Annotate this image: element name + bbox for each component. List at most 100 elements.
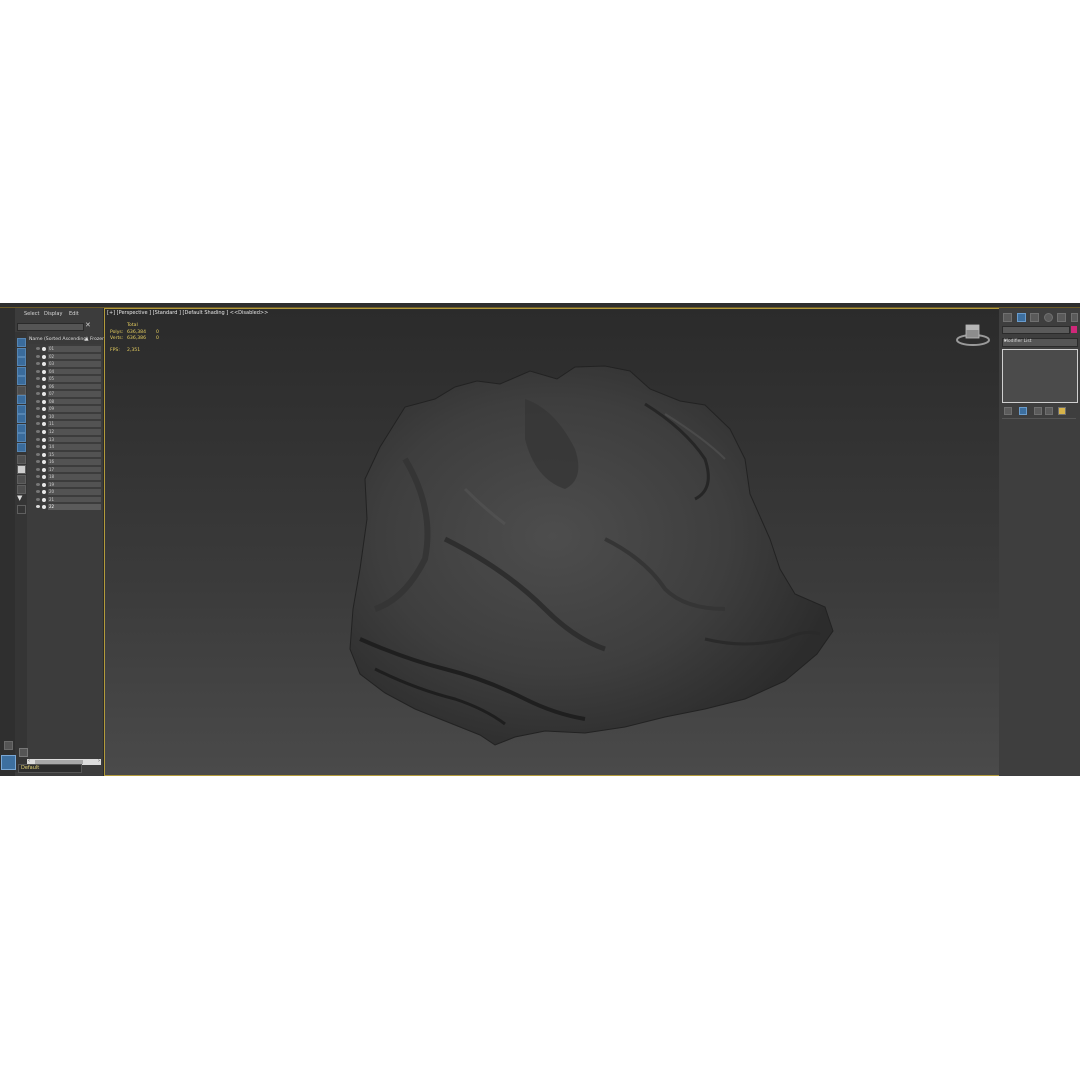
explorer-search-input[interactable] bbox=[17, 323, 84, 331]
visibility-eye-icon[interactable] bbox=[36, 475, 40, 479]
list-item[interactable]: 10 bbox=[27, 413, 103, 421]
list-item[interactable]: 02 bbox=[27, 353, 103, 361]
list-item[interactable]: 12 bbox=[27, 428, 103, 436]
cameras-filter-icon[interactable] bbox=[17, 395, 26, 404]
render-bulb-icon[interactable] bbox=[42, 369, 46, 374]
visibility-eye-icon[interactable] bbox=[36, 467, 40, 471]
render-bulb-icon[interactable] bbox=[42, 347, 46, 351]
pin-stack-icon[interactable] bbox=[1004, 407, 1012, 415]
motion-icon[interactable] bbox=[1044, 313, 1053, 322]
list-item[interactable]: 11 bbox=[27, 420, 103, 428]
visibility-eye-icon[interactable] bbox=[36, 362, 40, 366]
sort-icon[interactable] bbox=[17, 455, 26, 464]
viewport-layout-icon[interactable] bbox=[4, 741, 13, 750]
display-icon[interactable] bbox=[1057, 313, 1066, 322]
list-item[interactable]: 08 bbox=[27, 398, 103, 406]
render-bulb-icon[interactable] bbox=[42, 377, 46, 382]
explorer-collapse-icon[interactable] bbox=[19, 748, 28, 757]
render-bulb-icon[interactable] bbox=[42, 452, 46, 457]
list-item[interactable]: 17 bbox=[27, 466, 103, 474]
visibility-eye-icon[interactable] bbox=[36, 369, 40, 373]
list-item[interactable]: 06 bbox=[27, 383, 103, 391]
visibility-eye-icon[interactable] bbox=[36, 437, 40, 441]
utilities-icon[interactable] bbox=[1071, 313, 1078, 322]
visibility-eye-icon[interactable] bbox=[36, 482, 40, 486]
current-layer-field[interactable]: Default bbox=[18, 764, 82, 773]
render-bulb-icon[interactable] bbox=[42, 460, 46, 465]
render-bulb-icon[interactable] bbox=[42, 354, 46, 359]
visibility-eye-icon[interactable] bbox=[36, 460, 40, 464]
render-bulb-icon[interactable] bbox=[42, 482, 46, 487]
xrefs-filter-icon[interactable] bbox=[17, 433, 26, 442]
make-unique-icon[interactable] bbox=[1034, 407, 1042, 415]
bones-filter-icon[interactable] bbox=[17, 443, 26, 452]
visibility-eye-icon[interactable] bbox=[36, 347, 40, 350]
visibility-eye-icon[interactable] bbox=[36, 422, 40, 426]
clear-search-icon[interactable]: ✕ bbox=[85, 321, 91, 329]
list-item[interactable]: 04 bbox=[27, 368, 103, 376]
list-item[interactable]: 21 bbox=[27, 496, 103, 504]
spacewarps-filter-icon[interactable] bbox=[17, 414, 26, 423]
viewcube-icon[interactable] bbox=[953, 323, 993, 347]
list-item[interactable]: 14 bbox=[27, 443, 103, 451]
display-invert-icon[interactable] bbox=[17, 357, 26, 366]
list-item[interactable]: 19 bbox=[27, 481, 103, 489]
shapes-filter-icon[interactable] bbox=[17, 376, 26, 385]
render-bulb-icon[interactable] bbox=[42, 422, 46, 427]
display-all-icon[interactable] bbox=[17, 348, 26, 357]
viewport-label-menu[interactable]: [+] [Perspective ] [Standard ] [Default … bbox=[107, 310, 268, 316]
render-bulb-icon[interactable] bbox=[42, 467, 46, 472]
filter-funnel-icon[interactable]: ▼ bbox=[17, 495, 24, 502]
groups-filter-icon[interactable] bbox=[17, 424, 26, 433]
list-item[interactable]: 20 bbox=[27, 488, 103, 496]
list-item[interactable]: 13 bbox=[27, 436, 103, 444]
render-bulb-icon[interactable] bbox=[42, 437, 46, 442]
list-item[interactable]: 18 bbox=[27, 473, 103, 481]
show-end-result-icon[interactable] bbox=[1019, 407, 1027, 415]
render-bulb-icon[interactable] bbox=[42, 445, 46, 450]
render-bulb-icon[interactable] bbox=[42, 430, 46, 435]
object-name-field[interactable] bbox=[1002, 326, 1070, 334]
visibility-eye-icon[interactable] bbox=[36, 377, 40, 381]
list-item[interactable]: 05 bbox=[27, 375, 103, 383]
render-bulb-icon[interactable] bbox=[42, 392, 46, 397]
visibility-eye-icon[interactable] bbox=[36, 407, 40, 411]
render-bulb-icon[interactable] bbox=[42, 505, 46, 510]
hierarchy-view-icon[interactable] bbox=[17, 475, 26, 484]
list-item[interactable]: 15 bbox=[27, 451, 103, 459]
render-bulb-icon[interactable] bbox=[42, 407, 46, 412]
list-item[interactable]: 09 bbox=[27, 405, 103, 413]
render-bulb-icon[interactable] bbox=[42, 497, 46, 502]
render-bulb-icon[interactable] bbox=[42, 475, 46, 480]
visibility-eye-icon[interactable] bbox=[36, 497, 40, 501]
helpers-filter-icon[interactable] bbox=[17, 405, 26, 414]
perspective-viewport[interactable]: [+] [Perspective ] [Standard ] [Default … bbox=[104, 308, 1000, 776]
render-bulb-icon[interactable] bbox=[42, 362, 46, 367]
render-bulb-icon[interactable] bbox=[42, 399, 46, 404]
visibility-eye-icon[interactable] bbox=[36, 392, 40, 396]
list-item[interactable]: 01 bbox=[27, 345, 103, 353]
visibility-eye-icon[interactable] bbox=[36, 384, 40, 388]
visibility-eye-icon[interactable] bbox=[36, 490, 40, 494]
modifier-list-dropdown[interactable]: Modifier List ▾ bbox=[1002, 338, 1078, 347]
container-icon[interactable] bbox=[17, 505, 26, 514]
render-bulb-icon[interactable] bbox=[42, 414, 46, 419]
render-bulb-icon[interactable] bbox=[42, 490, 46, 495]
scroll-right-icon[interactable]: › bbox=[98, 758, 100, 764]
layer-icon[interactable] bbox=[17, 465, 26, 474]
hierarchy-icon[interactable] bbox=[1030, 313, 1039, 322]
list-item[interactable]: 16 bbox=[27, 458, 103, 466]
display-none-icon[interactable] bbox=[17, 338, 26, 347]
name-column-header[interactable]: Name (Sorted Ascending) bbox=[29, 337, 88, 342]
list-item[interactable]: 22 bbox=[27, 503, 103, 511]
list-item[interactable]: 03 bbox=[27, 360, 103, 368]
remove-modifier-icon[interactable] bbox=[1045, 407, 1053, 415]
render-bulb-icon[interactable] bbox=[42, 384, 46, 389]
geometry-filter-icon[interactable] bbox=[17, 367, 26, 376]
menu-display[interactable]: Display bbox=[44, 311, 62, 317]
list-item[interactable]: 07 bbox=[27, 390, 103, 398]
visibility-eye-icon[interactable] bbox=[36, 354, 40, 358]
visibility-eye-icon[interactable] bbox=[36, 452, 40, 456]
object-color-swatch[interactable] bbox=[1071, 326, 1077, 333]
modifier-stack[interactable] bbox=[1002, 349, 1078, 403]
